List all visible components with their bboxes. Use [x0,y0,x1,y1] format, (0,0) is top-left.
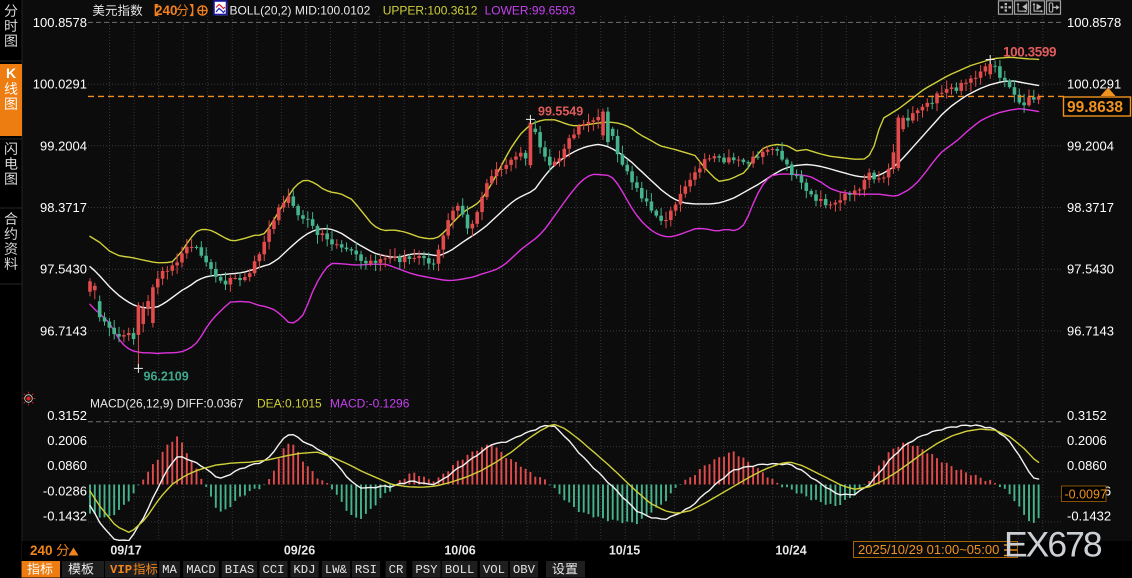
svg-text:0.3152: 0.3152 [1067,408,1107,423]
svg-text:BIAS: BIAS [225,563,255,577]
svg-text:100.0291: 100.0291 [1067,77,1121,92]
svg-text:OBV: OBV [513,563,536,577]
svg-text:LW&: LW& [325,563,348,577]
svg-text:10/15: 10/15 [609,544,640,558]
svg-text:MACD: MACD [186,563,216,577]
svg-text:98.3717: 98.3717 [1067,200,1114,215]
svg-text:BOLL(20,2) MID:100.0102: BOLL(20,2) MID:100.0102 [230,4,371,18]
svg-text:LOWER:99.6593: LOWER:99.6593 [485,4,576,18]
svg-text:240: 240 [155,3,178,18]
svg-text:10/06: 10/06 [444,544,475,558]
svg-text:MA: MA [162,563,177,577]
svg-text:VIP: VIP [110,563,132,577]
svg-text:96.7143: 96.7143 [40,323,87,338]
svg-text:99.8638: 99.8638 [1067,99,1123,116]
svg-text:-0.1432: -0.1432 [1067,508,1111,523]
svg-text:99.2004: 99.2004 [40,138,87,153]
svg-text:PSY: PSY [415,563,438,577]
svg-text:UPPER:100.3612: UPPER:100.3612 [383,4,478,18]
svg-text:-0.1432: -0.1432 [43,508,87,523]
svg-text:KDJ: KDJ [293,563,315,577]
svg-text:97.5430: 97.5430 [40,262,87,277]
svg-text:BOLL: BOLL [445,563,475,577]
svg-text:10/24: 10/24 [775,544,806,558]
svg-text:100.8578: 100.8578 [1067,15,1121,30]
svg-text:240: 240 [30,543,53,558]
svg-text:CCI: CCI [262,563,284,577]
svg-text:0.0860: 0.0860 [1067,458,1107,473]
svg-text:MACD(26,12,9) DIFF:0.0367: MACD(26,12,9) DIFF:0.0367 [90,397,244,411]
svg-text:-0.0286: -0.0286 [43,483,87,498]
svg-text:99.5549: 99.5549 [538,105,583,119]
svg-text:09/17: 09/17 [110,544,141,558]
svg-text:RSI: RSI [355,563,377,577]
svg-text:0.2006: 0.2006 [1067,433,1107,448]
svg-text:100.8578: 100.8578 [33,15,87,30]
svg-text:09/26: 09/26 [284,544,315,558]
svg-text:DEA:0.1015: DEA:0.1015 [257,397,322,411]
svg-text:96.2109: 96.2109 [144,370,189,384]
svg-text:K: K [6,65,16,81]
svg-text:0.2006: 0.2006 [47,433,87,448]
svg-text:0.3152: 0.3152 [47,408,87,423]
svg-text:MACD:-0.1296: MACD:-0.1296 [330,397,410,411]
svg-text:VOL: VOL [483,563,505,577]
svg-text:2025/10/29 01:00~05:00: 2025/10/29 01:00~05:00 [858,542,999,557]
svg-text:0.0860: 0.0860 [47,458,87,473]
svg-text:97.5430: 97.5430 [1067,262,1114,277]
svg-text:96.7143: 96.7143 [1067,323,1114,338]
svg-text:-0.0097: -0.0097 [1065,488,1107,502]
svg-text:EX678: EX678 [1004,525,1102,565]
svg-text:100.0291: 100.0291 [33,77,87,92]
svg-text:CR: CR [389,563,404,577]
svg-text:99.2004: 99.2004 [1067,138,1114,153]
svg-text:100.3599: 100.3599 [1003,45,1056,60]
svg-text:98.3717: 98.3717 [40,200,87,215]
